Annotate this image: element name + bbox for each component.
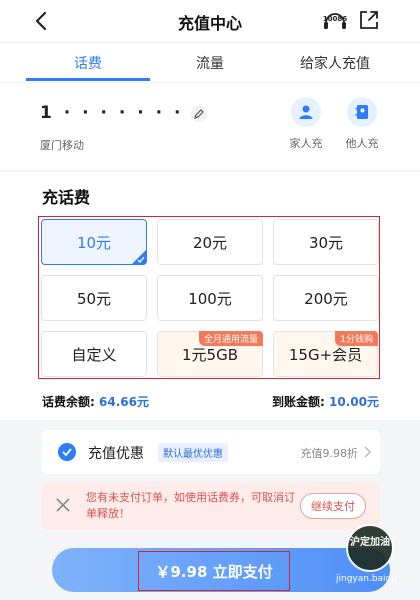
phone-number: 1 · · · · · · · (40, 103, 184, 123)
discount-row[interactable]: 充值优惠 默认最优优惠 充值9.98折 (42, 430, 380, 474)
family-recharge-label: 家人充 (289, 137, 323, 150)
amount-option-50[interactable]: 50元 (41, 275, 147, 321)
family-icon (299, 105, 313, 119)
account-card: 1 · · · · · · · 厦门移动 家人充 他人充 (0, 82, 420, 170)
amount-option-10[interactable]: 10元 (41, 219, 147, 265)
chevron-right-icon (364, 446, 372, 458)
watermark-badge: 沪定加油 (346, 524, 394, 572)
unpaid-order-notice: 您有未支付订单，如使用话费券，可取消订单释放！ 继续支付 (42, 482, 380, 530)
others-recharge-label: 他人充 (345, 137, 379, 150)
option-label: 50元 (76, 289, 112, 308)
tab-bar: 话费 流量 给家人充值 (0, 42, 420, 82)
customer-service-icon[interactable]: 10086 (322, 10, 348, 32)
tab-phone-bill[interactable]: 话费 (26, 53, 150, 73)
family-recharge-shortcut[interactable]: 家人充 (283, 97, 329, 151)
balance-label: 话费余额: (42, 395, 95, 409)
balance-info: 话费余额: 64.66元 (42, 393, 149, 410)
option-label: 200元 (304, 289, 348, 308)
edit-icon[interactable] (190, 105, 208, 123)
active-tab-indicator (26, 78, 150, 81)
arrival-label: 到账金额: (272, 395, 325, 409)
amount-option-100[interactable]: 100元 (157, 275, 263, 321)
contact-book-icon (355, 105, 368, 119)
page-title: 充值中心 (177, 14, 242, 33)
top-bar: 充值中心 10086 (0, 0, 420, 42)
arrival-info: 到账金额: 10.00元 (272, 393, 379, 410)
watermark-text: jingyan.baidu (336, 574, 397, 584)
membership-bundle-option[interactable]: 15G+会员 1分钱购 (273, 331, 378, 377)
tab-family-recharge[interactable]: 给家人充值 (270, 53, 400, 73)
balance-value: 64.66元 (99, 395, 149, 409)
notice-text: 您有未支付订单，如使用话费券，可取消订单释放！ (86, 491, 295, 520)
custom-amount-option[interactable]: 自定义 (41, 331, 147, 377)
option-label: 1元5GB (181, 345, 238, 364)
discount-rate: 充值9.98折 (300, 447, 359, 460)
share-icon[interactable] (358, 9, 380, 31)
arrival-value: 10.00元 (329, 395, 379, 409)
promo-tag: 1分钱购 (335, 331, 378, 346)
continue-payment-button[interactable]: 继续支付 (300, 493, 366, 519)
close-icon[interactable] (54, 496, 72, 514)
recharge-panel: 充话费 10元 20元 30元 50元 100元 200元 自定义 1元5GB … (0, 172, 420, 420)
option-label: 自定义 (71, 345, 117, 364)
option-label: 30元 (308, 233, 344, 252)
promo-tag: 全月通用流量 (198, 331, 263, 346)
amount-option-30[interactable]: 30元 (273, 219, 379, 265)
carrier-name: 厦门移动 (40, 139, 84, 152)
pay-now-button[interactable]: ￥9.98 立即支付 (138, 551, 290, 591)
section-title: 充话费 (42, 188, 91, 207)
option-label: 15G+会员 (288, 345, 363, 364)
service-number: 10086 (322, 15, 348, 23)
discount-label: 充值优惠 (88, 446, 144, 462)
amount-option-200[interactable]: 200元 (273, 275, 379, 321)
option-label: 20元 (192, 233, 228, 252)
data-pack-option[interactable]: 1元5GB 全月通用流量 (157, 331, 263, 377)
option-label: 10元 (76, 233, 112, 252)
option-label: 100元 (188, 289, 232, 308)
check-circle-icon[interactable] (58, 443, 76, 461)
selected-check-icon (132, 250, 146, 264)
amount-option-20[interactable]: 20元 (157, 219, 263, 265)
others-recharge-shortcut[interactable]: 他人充 (339, 97, 385, 151)
discount-badge: 默认最优优惠 (158, 443, 228, 462)
tab-data[interactable]: 流量 (148, 53, 272, 73)
